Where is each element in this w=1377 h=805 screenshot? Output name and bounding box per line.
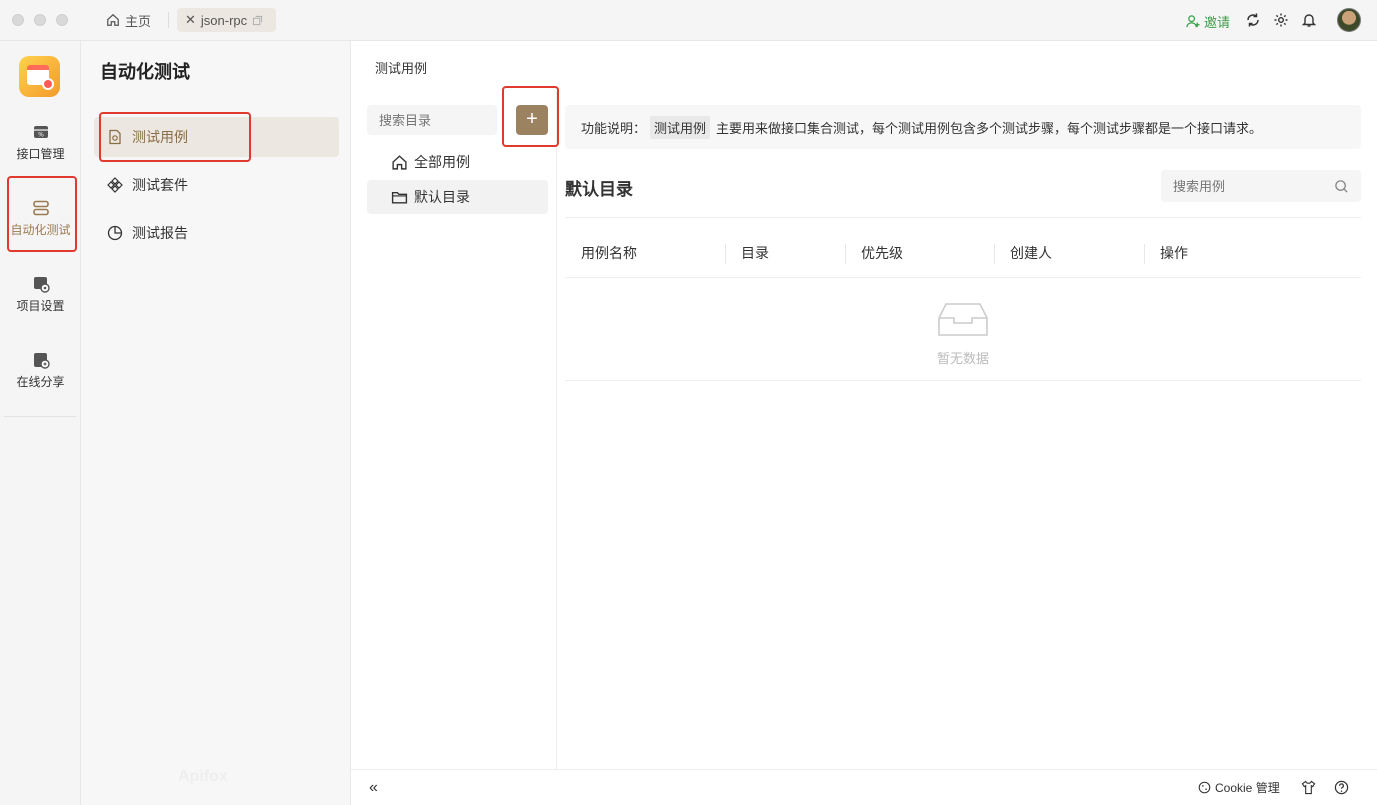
title-bar: 主页 ✕ json-rpc 邀请	[0, 0, 1377, 41]
tab-json-rpc-label: json-rpc	[200, 12, 248, 28]
settings-icon	[33, 277, 50, 293]
help-icon[interactable]	[1334, 780, 1349, 795]
panel-title: 自动化测试	[100, 62, 190, 82]
feature-description: 功能说明： 测试用例 主要用来做接口集合测试，每个测试用例包含多个测试步骤，每个…	[565, 105, 1361, 149]
tshirt-icon[interactable]	[1301, 780, 1316, 795]
main-content: 测试用例 + 全部用例 默认目录 功能说明： 测试用例 主要用来做接口集合测试，…	[351, 41, 1377, 769]
gear-icon[interactable]	[1273, 12, 1289, 28]
dir-item-label: 全部用例	[414, 154, 470, 170]
svg-text:%: %	[38, 132, 44, 139]
case-search[interactable]	[1161, 170, 1361, 202]
divider	[565, 217, 1361, 218]
window-minimize-button[interactable]	[34, 14, 46, 26]
collapse-sidebar-button[interactable]: «	[369, 779, 378, 797]
watermark-text: Apifox	[178, 768, 228, 785]
dir-item-label: 默认目录	[414, 189, 470, 205]
apifox-watermark: Apifox	[178, 768, 228, 786]
window-zoom-button[interactable]	[56, 14, 68, 26]
tab-divider	[168, 12, 169, 28]
dir-item-all-cases[interactable]: 全部用例	[367, 145, 548, 179]
nav-item-test-suites[interactable]: 测试套件	[94, 165, 339, 205]
cookie-management-button[interactable]: Cookie 管理	[1198, 779, 1280, 796]
open-external-icon[interactable]	[252, 15, 263, 26]
rail-item-api-management[interactable]: % 接口管理	[0, 123, 81, 162]
column-header-actions: 操作	[1144, 228, 1294, 278]
test-suite-icon	[107, 177, 123, 193]
empty-text: 暂无数据	[936, 351, 989, 366]
info-text: 主要用来做接口集合测试，每个测试用例包含多个测试步骤，每个测试步骤都是一个接口请…	[716, 120, 1263, 136]
home-icon	[107, 13, 119, 26]
close-icon[interactable]: ✕	[185, 12, 196, 28]
cookie-icon	[1198, 781, 1211, 794]
bottom-bar: « Cookie 管理	[351, 769, 1377, 805]
section-title: 默认目录	[565, 180, 633, 199]
add-user-icon	[1186, 15, 1200, 28]
rail-item-label: 接口管理	[16, 147, 65, 161]
info-chip: 测试用例	[650, 115, 711, 139]
cookie-label: Cookie 管理	[1215, 781, 1280, 795]
directory-column: + 全部用例 默认目录	[351, 91, 557, 769]
highlight-box	[99, 112, 251, 162]
avatar[interactable]	[1337, 8, 1361, 32]
rail-item-online-share[interactable]: 在线分享	[0, 351, 81, 390]
window-close-button[interactable]	[12, 14, 24, 26]
column-header-priority: 优先级	[845, 228, 994, 278]
nav-item-label: 测试报告	[132, 225, 188, 241]
highlight-box	[7, 176, 77, 252]
breadcrumb: 测试用例	[375, 61, 428, 76]
tab-json-rpc[interactable]: ✕ json-rpc	[177, 8, 276, 32]
search-icon[interactable]	[1334, 179, 1349, 194]
rail-divider	[4, 416, 76, 417]
highlight-box	[502, 86, 559, 147]
share-icon	[33, 353, 50, 369]
case-search-input[interactable]	[1173, 178, 1323, 194]
report-icon	[107, 225, 123, 241]
info-prefix: 功能说明：	[581, 120, 647, 136]
folder-icon	[391, 191, 408, 204]
bell-icon[interactable]	[1301, 12, 1317, 28]
home-icon	[392, 154, 407, 170]
app-rail: % 接口管理 自动化测试 项目设置 在线分享	[0, 41, 81, 805]
column-header-creator: 创建人	[994, 228, 1144, 278]
rail-item-project-settings[interactable]: 项目设置	[0, 275, 81, 314]
dir-item-default[interactable]: 默认目录	[367, 180, 548, 214]
nav-item-label: 测试套件	[132, 177, 188, 193]
invite-button[interactable]: 邀请	[1186, 12, 1230, 31]
rail-item-label: 在线分享	[16, 375, 65, 389]
rail-item-label: 项目设置	[16, 299, 65, 313]
column-header-directory: 目录	[725, 228, 845, 278]
tab-home-label: 主页	[125, 13, 152, 29]
directory-search-input[interactable]	[367, 105, 497, 135]
app-logo	[19, 56, 60, 97]
api-icon: %	[33, 126, 48, 139]
empty-inbox-icon	[938, 303, 988, 336]
invite-label: 邀请	[1204, 15, 1231, 30]
tab-home[interactable]: 主页	[106, 9, 151, 31]
empty-state: 暂无数据	[565, 278, 1361, 381]
table-header: 用例名称 目录 优先级 创建人 操作	[565, 228, 1361, 278]
sync-icon[interactable]	[1245, 12, 1261, 28]
nav-item-test-reports[interactable]: 测试报告	[94, 213, 339, 253]
column-header-name: 用例名称	[581, 244, 637, 261]
